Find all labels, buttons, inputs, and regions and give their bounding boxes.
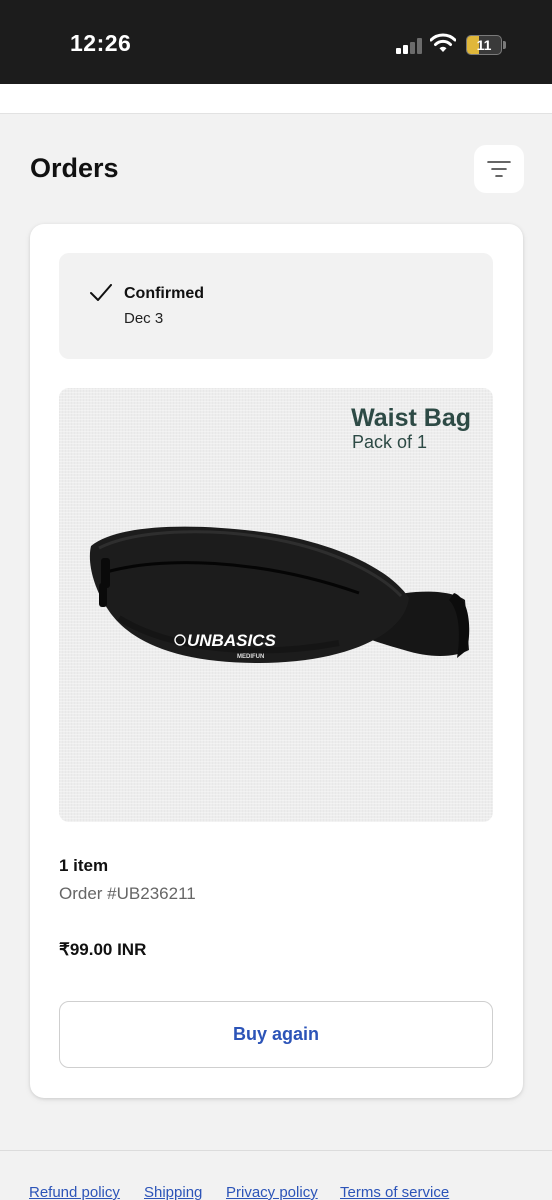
filter-icon: [487, 161, 511, 177]
buy-again-button[interactable]: Buy again: [59, 1001, 493, 1068]
filter-button[interactable]: [474, 145, 524, 193]
footer-divider: [0, 1150, 552, 1151]
item-count: 1 item: [59, 856, 109, 875]
product-title: Waist Bag: [351, 404, 471, 432]
order-price: ₹99.00 INR: [59, 940, 147, 959]
top-strip: [0, 84, 552, 114]
brand-logo-subtext: MEDIFUN: [237, 654, 264, 660]
check-icon: [90, 284, 112, 301]
brand-logo-text: UNBASICS: [187, 631, 276, 650]
order-number: Order #UB236211: [59, 884, 196, 903]
order-date: Dec 3: [124, 310, 164, 327]
status-time: 12:26: [70, 30, 132, 56]
footer-link-terms-of-service[interactable]: Terms of service: [340, 1184, 449, 1200]
footer-links: Refund policy Shipping Privacy policy Te…: [0, 1184, 552, 1200]
product-subtitle: Pack of 1: [352, 432, 428, 452]
order-card[interactable]: Confirmed Dec 3 UNBASICS MEDIFUN Waist B…: [30, 224, 523, 1098]
page-title: Orders: [30, 153, 119, 183]
footer-link-privacy-policy[interactable]: Privacy policy: [226, 1184, 318, 1200]
waist-bag-image: UNBASICS MEDIFUN: [89, 526, 470, 663]
order-status: Confirmed: [124, 285, 204, 302]
status-bar: 12:26 11: [0, 0, 552, 84]
order-status-box: Confirmed Dec 3: [59, 253, 493, 359]
wifi-icon: [430, 33, 456, 52]
battery-level: 11: [476, 37, 492, 53]
footer-link-shipping[interactable]: Shipping: [144, 1184, 202, 1200]
signal-icon: [396, 38, 424, 54]
product-image[interactable]: UNBASICS MEDIFUN Waist Bag Pack of 1: [59, 388, 493, 822]
footer-link-refund-policy[interactable]: Refund policy: [29, 1184, 120, 1200]
battery-icon: 11: [466, 35, 502, 55]
